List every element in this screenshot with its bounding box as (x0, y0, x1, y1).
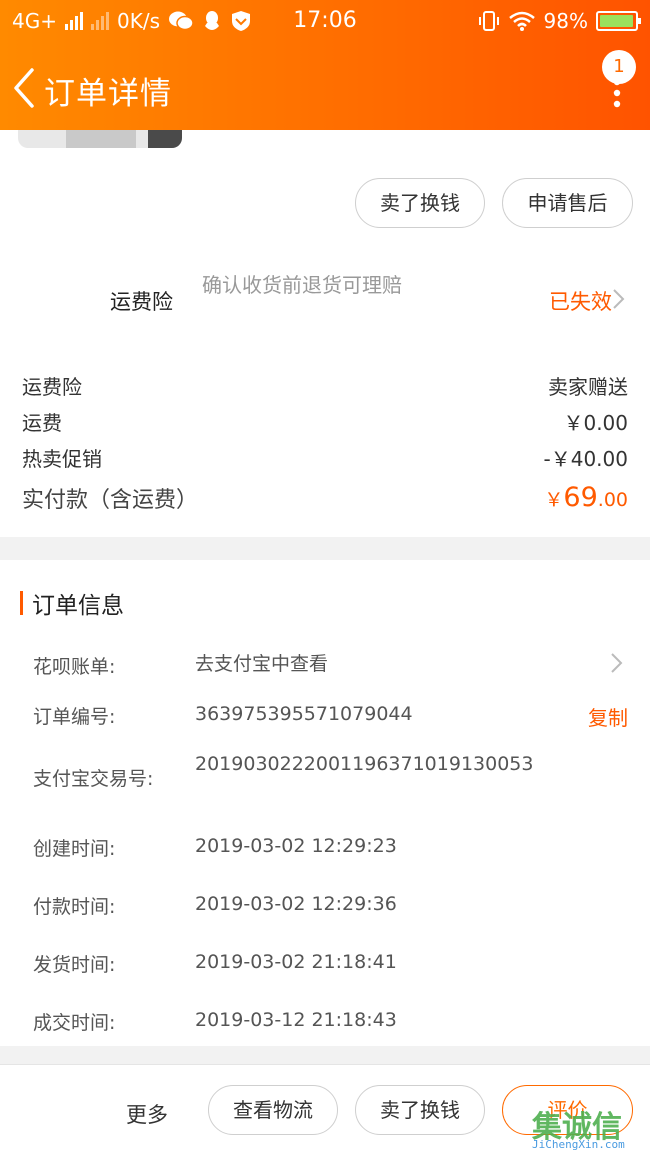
sell-button-top[interactable]: 卖了换钱 (355, 178, 485, 228)
paid-row: 付款时间: 2019-03-02 12:29:36 (33, 892, 628, 922)
order-info-section: 订单信息 花呗账单: 去支付宝中查看 订单编号: 363975395571079… (0, 560, 650, 1046)
message-badge[interactable]: 1 (602, 50, 636, 84)
order-number-row: 订单编号: 363975395571079044 复制 (33, 702, 628, 732)
after-sale-button[interactable]: 申请售后 (502, 178, 633, 228)
insurance-desc: 确认收货前退货可理赔 (202, 273, 402, 297)
price-row-value: -￥40.00 (543, 447, 628, 471)
shipped-label: 发货时间: (33, 954, 116, 976)
total-value: ￥69.00 (544, 482, 628, 513)
section-accent-bar (20, 591, 23, 615)
battery-percent: 98% (543, 9, 588, 33)
paid-value: 2019-03-02 12:29:36 (195, 893, 397, 915)
copy-button[interactable]: 复制 (588, 702, 628, 731)
battery-icon (596, 11, 641, 31)
chevron-right-icon[interactable] (608, 652, 624, 674)
price-row: 运费险 卖家赠送 (22, 371, 628, 401)
created-row: 创建时间: 2019-03-02 12:29:23 (33, 834, 628, 864)
currency-symbol: ￥ (544, 489, 564, 511)
page-title: 订单详情 (44, 76, 172, 112)
view-logistics-button[interactable]: 查看物流 (208, 1085, 338, 1135)
section-title: 订单信息 (32, 593, 124, 619)
status-right: 98% (478, 9, 641, 33)
shipped-value: 2019-03-02 21:18:41 (195, 951, 397, 973)
created-label: 创建时间: (33, 838, 116, 860)
price-row-label: 运费险 (22, 375, 82, 399)
sell-button-bottom[interactable]: 卖了换钱 (355, 1085, 485, 1135)
closed-label: 成交时间: (33, 1012, 116, 1034)
total-integer: 69 (563, 482, 598, 513)
price-row: 热卖促销 -￥40.00 (22, 443, 628, 473)
vibrate-icon (478, 11, 499, 31)
more-button[interactable]: 更多 (126, 1099, 168, 1129)
huabei-row[interactable]: 花呗账单: 去支付宝中查看 (33, 652, 628, 682)
alipay-row: 支付宝交易号: 20190302220011963710191300​53 (33, 752, 628, 804)
battery-fill (600, 15, 634, 27)
order-number-value: 363975395571079044 (195, 703, 413, 725)
watermark: 集诚信 JiChengXin.com (532, 1102, 644, 1154)
status-bar: 4G+ 0K/s 17:06 98% (0, 0, 650, 44)
shipped-row: 发货时间: 2019-03-02 21:18:41 (33, 950, 628, 980)
order-number-label: 订单编号: (33, 706, 116, 728)
chevron-right-icon[interactable] (610, 288, 626, 310)
alipay-label: 支付宝交易号: (33, 768, 154, 790)
app-header: 4G+ 0K/s 17:06 98% 订单详情 1 (0, 0, 650, 130)
closed-value: 2019-03-12 21:18:43 (195, 1009, 397, 1031)
created-value: 2019-03-02 12:29:23 (195, 835, 397, 857)
price-row-label: 热卖促销 (22, 447, 102, 471)
product-thumbnail[interactable] (18, 130, 182, 148)
price-row: 运费 ￥0.00 (22, 407, 628, 437)
closed-row: 成交时间: 2019-03-12 21:18:43 (33, 1008, 628, 1038)
total-row: 实付款（含运费） ￥69.00 (22, 482, 628, 518)
huabei-label: 花呗账单: (33, 656, 116, 678)
alipay-value: 20190302220011963710191300​53 (195, 753, 534, 775)
total-label: 实付款（含运费） (22, 488, 199, 513)
paid-label: 付款时间: (33, 896, 116, 918)
price-row-value: ￥0.00 (563, 411, 628, 435)
huabei-value: 去支付宝中查看 (195, 653, 329, 675)
insurance-status[interactable]: 已失效 (549, 286, 612, 316)
nav-bar: 订单详情 1 (0, 50, 650, 118)
total-decimal: .00 (597, 489, 628, 511)
wifi-icon (508, 11, 535, 31)
price-row-value: 卖家赠送 (548, 375, 628, 399)
watermark-url: JiChengXin.com (532, 1138, 625, 1151)
back-arrow-icon[interactable] (8, 66, 42, 110)
order-summary-card: 卖了换钱 申请售后 运费险 确认收货前退货可理赔 已失效 运费险 卖家赠送 运费… (0, 130, 650, 537)
price-row-label: 运费 (22, 411, 62, 435)
insurance-label: 运费险 (110, 290, 173, 314)
